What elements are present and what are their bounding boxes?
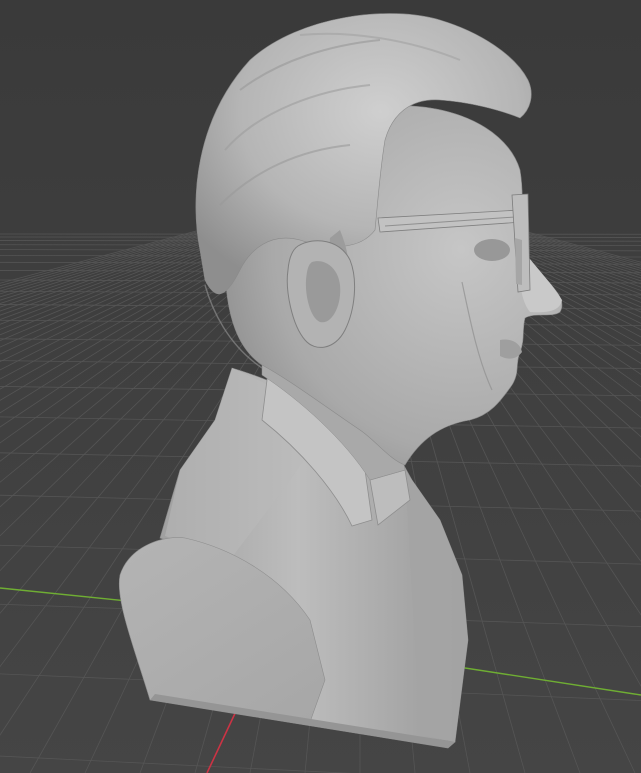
3d-viewport[interactable] bbox=[0, 0, 641, 773]
viewport-canvas[interactable] bbox=[0, 0, 641, 773]
glasses-bridge bbox=[515, 238, 522, 285]
eye-socket bbox=[474, 239, 510, 261]
